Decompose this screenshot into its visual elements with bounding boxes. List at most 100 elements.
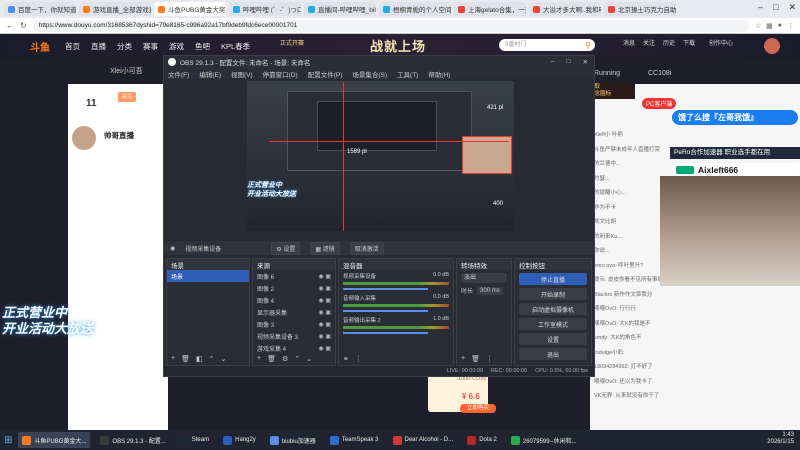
add-scene-icon[interactable]: + bbox=[171, 355, 175, 362]
profile-icon[interactable]: ● bbox=[778, 22, 782, 30]
transition-menu-icon[interactable]: ⋮ bbox=[486, 355, 493, 363]
source-settings-button[interactable]: ⚙ 设置 bbox=[271, 241, 301, 255]
move-up-icon[interactable]: ⌃ bbox=[209, 355, 215, 363]
add-transition-icon[interactable]: + bbox=[461, 355, 465, 362]
volume-slider[interactable] bbox=[343, 310, 428, 312]
tag-running[interactable]: Running bbox=[594, 70, 620, 77]
header-download[interactable]: 下载 bbox=[680, 38, 698, 47]
visibility-icon[interactable]: ◉ ▣ bbox=[318, 309, 331, 316]
nav-kpl[interactable]: KPL春季 bbox=[221, 41, 250, 52]
browser-tab[interactable]: 上海gelato合集，一天吃 bbox=[454, 2, 526, 16]
pc-client-tag[interactable]: PC客户端 bbox=[642, 98, 677, 109]
close-icon[interactable]: ✕ bbox=[788, 2, 796, 13]
user-avatar[interactable] bbox=[764, 38, 780, 54]
menu-tools[interactable]: 工具(T) bbox=[397, 69, 418, 79]
move-down-icon[interactable]: ⌄ bbox=[220, 355, 226, 363]
source-item[interactable]: 图像 3 ◉ ▣ bbox=[253, 318, 335, 330]
browser-tab[interactable]: 北京操土巧克力自助.. bbox=[604, 2, 676, 16]
tag-cc[interactable]: CC108i bbox=[648, 70, 671, 77]
back-icon[interactable]: ← bbox=[6, 21, 14, 30]
obs-close-icon[interactable]: ✕ bbox=[583, 58, 588, 66]
obs-preview-canvas[interactable]: 421 pl 1589 pl 400 正式营业中 开业活动大放送 bbox=[247, 81, 514, 231]
menu-file[interactable]: 文件(F) bbox=[168, 69, 189, 79]
buy-button[interactable]: 立即购买 bbox=[460, 404, 496, 413]
visibility-icon[interactable]: ◉ ▣ bbox=[318, 273, 331, 280]
studio-mode-button[interactable]: 工作室模式 bbox=[519, 318, 587, 330]
header-badge[interactable]: 正式开赛 bbox=[280, 38, 304, 47]
streamer-avatar[interactable] bbox=[72, 126, 96, 150]
visibility-icon[interactable]: ◉ ▣ bbox=[318, 333, 331, 340]
scene-item[interactable]: 场景 bbox=[167, 270, 249, 282]
source-item[interactable]: 图像 2 ◉ ▣ bbox=[253, 282, 335, 294]
add-source-icon[interactable]: + bbox=[257, 355, 261, 362]
extensions-icon[interactable]: ▦ bbox=[766, 22, 773, 30]
browser-tab-active[interactable]: 斗鱼PUBG黄金大奖赛_j... bbox=[154, 2, 226, 16]
browser-tab[interactable]: 游戏直播_全部游戏直播 bbox=[79, 2, 151, 16]
menu-scene-collection[interactable]: 场景集合(S) bbox=[352, 69, 387, 79]
start-recording-button[interactable]: 开始录制 bbox=[519, 288, 587, 300]
volume-slider[interactable] bbox=[343, 332, 428, 334]
obs-minimize-icon[interactable]: – bbox=[551, 58, 555, 66]
deactivate-button[interactable]: 取消激活 bbox=[349, 241, 384, 255]
nav-category[interactable]: 分类 bbox=[117, 41, 132, 52]
source-filters-button[interactable]: ▦ 滤镜 bbox=[310, 241, 340, 255]
browser-tab[interactable]: 梧桐青栀的个人空间-哔 bbox=[379, 2, 451, 16]
menu-view[interactable]: 视图(V) bbox=[231, 69, 253, 79]
menu-docks[interactable]: 停靠窗口(D) bbox=[263, 69, 298, 79]
visibility-icon[interactable]: ◉ ▣ bbox=[318, 285, 331, 292]
browser-tab[interactable]: 直播间-哔哩哔哩_bilibili bbox=[304, 2, 376, 16]
follow-button[interactable]: 关注 bbox=[118, 92, 136, 102]
visibility-icon[interactable]: ◉ ▣ bbox=[318, 321, 331, 328]
obs-window[interactable]: OBS 29.1.3 - 配置文件: 未命名 - 场景: 未命名 – □ ✕ 文… bbox=[163, 55, 595, 377]
source-item[interactable]: 图像 6 ◉ ▣ bbox=[253, 270, 335, 282]
scene-filter-icon[interactable]: ◧ bbox=[196, 355, 203, 363]
menu-edit[interactable]: 编辑(E) bbox=[199, 69, 221, 79]
nav-games[interactable]: 游戏 bbox=[169, 41, 184, 52]
source-item[interactable]: 图像 4 ◉ ▣ bbox=[253, 294, 335, 306]
header-follow[interactable]: 关注 bbox=[640, 38, 658, 47]
menu-help[interactable]: 帮助(H) bbox=[428, 69, 450, 79]
nav-events[interactable]: 赛事 bbox=[143, 41, 158, 52]
system-clock[interactable]: 1:43 2026/1/15 bbox=[767, 432, 794, 446]
move-up-icon[interactable]: ⌃ bbox=[294, 355, 300, 363]
transition-select[interactable]: 淡出 bbox=[461, 273, 507, 283]
minimize-icon[interactable]: – bbox=[758, 2, 763, 13]
taskbar-app[interactable]: Steam bbox=[176, 432, 213, 448]
browser-tab[interactable]: 哔哩哔哩 (゜-゜)つロ 干杯 bbox=[229, 2, 301, 16]
header-history[interactable]: 历史 bbox=[660, 38, 678, 47]
site-search-input[interactable]: 3番村门 ⚲ bbox=[499, 39, 595, 51]
move-down-icon[interactable]: ⌄ bbox=[306, 355, 312, 363]
nav-fishbar[interactable]: 鱼吧 bbox=[195, 41, 210, 52]
obs-titlebar[interactable]: OBS 29.1.3 - 配置文件: 未命名 - 场景: 未命名 – □ ✕ bbox=[164, 56, 594, 68]
remove-source-icon[interactable]: 🗑 bbox=[267, 355, 276, 363]
nav-live[interactable]: 直播 bbox=[91, 41, 106, 52]
duration-input[interactable]: 300 ms bbox=[477, 286, 503, 295]
header-messages[interactable]: 消息 bbox=[620, 38, 638, 47]
url-field[interactable]: https://www.douyu.com/31685367dyshid=79e… bbox=[32, 19, 749, 32]
taskbar-app[interactable]: OBS 29.1.3 - 配置... bbox=[96, 432, 169, 448]
taskbar-app[interactable]: Hang2y bbox=[219, 432, 260, 448]
browser-tab[interactable]: 百度一下，你就知道 bbox=[4, 2, 76, 16]
remove-transition-icon[interactable]: 🗑 bbox=[471, 355, 480, 363]
stop-streaming-button[interactable]: 停止直播 bbox=[519, 273, 587, 285]
taskbar-app[interactable]: TeamSpeak 3 bbox=[326, 432, 383, 448]
start-icon[interactable]: ⊞ bbox=[4, 435, 12, 446]
taskbar-app[interactable]: biubiu加速器 bbox=[266, 432, 320, 448]
exit-button[interactable]: 退出 bbox=[519, 348, 587, 360]
menu-profile[interactable]: 配置文件(P) bbox=[308, 69, 343, 79]
obs-maximize-icon[interactable]: □ bbox=[567, 58, 571, 66]
mixer-menu-icon[interactable]: ⋮ bbox=[355, 355, 362, 363]
taskbar-app[interactable]: Dota 2 bbox=[463, 432, 501, 448]
tag-xlei[interactable]: Xlei小可吾 bbox=[110, 66, 143, 76]
browser-tab[interactable]: 大溢才多大啊..我和明白 bbox=[529, 2, 601, 16]
obs-settings-button[interactable]: 设置 bbox=[519, 333, 587, 345]
mixer-link-icon[interactable]: ⚭ bbox=[343, 355, 349, 363]
streamer-name[interactable]: 帅哥直播 bbox=[104, 130, 134, 141]
maximize-icon[interactable]: □ bbox=[773, 2, 778, 13]
header-creator-center[interactable]: 创作中心 bbox=[706, 38, 736, 47]
visibility-icon[interactable]: ◉ ▣ bbox=[318, 345, 331, 352]
source-item[interactable]: 显示器采集 ◉ ▣ bbox=[253, 306, 335, 318]
taskbar-app[interactable]: 26079599--休闲和... bbox=[507, 432, 581, 448]
visibility-icon[interactable]: ◉ ▣ bbox=[318, 297, 331, 304]
nav-home[interactable]: 首页 bbox=[65, 41, 80, 52]
